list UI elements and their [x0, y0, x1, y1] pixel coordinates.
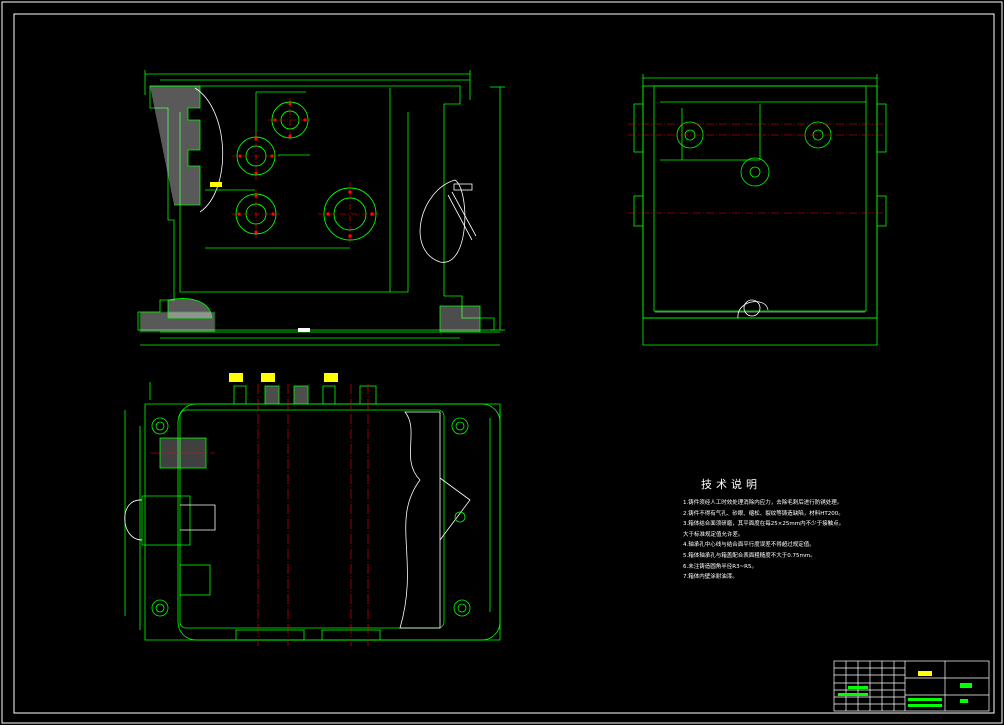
plan-view — [124, 382, 501, 641]
outer-border — [1, 1, 1003, 724]
technical-note-1: 1.铸件须经人工时效处理消除内应力，去除毛刺后进行防锈处理。 — [683, 500, 843, 506]
plan-view-dimension-tags — [229, 373, 338, 382]
technical-note-2: 2.铸件不得有气孔、砂眼、缩松、裂纹等铸造缺陷，材料HT200。 — [683, 510, 844, 517]
front-view-label-tag — [298, 328, 310, 332]
technical-note-4: 4.轴承孔中心线与结合面平行度误差不得超过规定值。 — [683, 542, 815, 549]
plan-view-centerlines — [150, 384, 369, 646]
technical-note-3: 3.箱体结合面须研磨，其平面度在每25×25mm内不少于接触点。 — [683, 521, 845, 528]
front-view-dimension-tag — [210, 182, 222, 187]
technical-note-6: 6.未注铸造圆角半径R3~R5。 — [683, 563, 757, 570]
technical-note-3-cont: 大于标准规定值允许差。 — [683, 531, 744, 538]
front-view-bolt-circles — [235, 101, 377, 241]
technical-note-7: 7.箱体内壁涂耐油漆。 — [683, 574, 738, 581]
technical-note-5: 5.箱体轴承孔与箱盖配合表面粗糙度不大于0.75mm。 — [683, 552, 816, 559]
front-view — [137, 70, 505, 346]
technical-notes: 技术说明 1.铸件须经人工时效处理消除内应力，去除毛刺后进行防锈处理。 2.铸件… — [683, 476, 853, 583]
side-view — [633, 74, 887, 346]
front-view-bolt-holes — [237, 102, 374, 238]
technical-notes-title: 技术说明 — [701, 478, 761, 491]
drawing-sheet — [1, 1, 1003, 724]
